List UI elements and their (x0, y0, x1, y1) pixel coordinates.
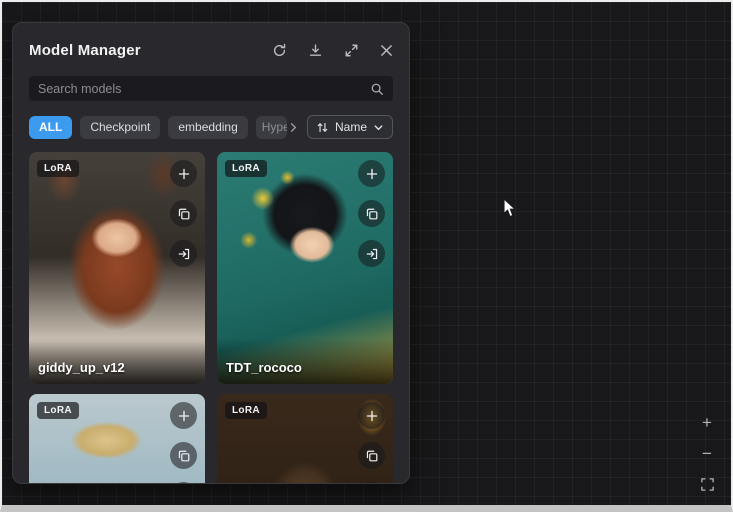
expand-button[interactable] (344, 43, 359, 58)
filter-checkpoint[interactable]: Checkpoint (80, 116, 160, 139)
filter-bar: ALL Checkpoint embedding Hype Name (29, 115, 393, 139)
expand-icon (344, 43, 359, 58)
refresh-icon (272, 43, 287, 58)
load-model-button[interactable] (358, 482, 385, 484)
add-model-button[interactable] (170, 402, 197, 429)
model-name: giddy_up_v12 (29, 338, 205, 384)
add-model-button[interactable] (170, 160, 197, 187)
refresh-button[interactable] (272, 43, 287, 58)
search-icon (370, 82, 384, 96)
model-manager-panel: Model Manager (12, 22, 410, 484)
sort-arrows-icon (316, 121, 329, 134)
zoom-in-button[interactable]: + (694, 409, 720, 435)
panel-toolbar (272, 43, 393, 58)
plus-icon (177, 409, 191, 423)
model-type-badge: LoRA (37, 402, 79, 419)
card-actions (170, 160, 197, 267)
copy-icon (177, 207, 191, 221)
filter-embedding[interactable]: embedding (168, 116, 247, 139)
add-model-button[interactable] (358, 402, 385, 429)
model-type-badge: LoRA (37, 160, 79, 177)
copy-icon (177, 449, 191, 463)
app-window: Model Manager (0, 0, 733, 512)
plus-icon (365, 409, 379, 423)
load-model-button[interactable] (170, 482, 197, 484)
copy-model-button[interactable] (170, 442, 197, 469)
sort-dropdown[interactable]: Name (307, 115, 393, 139)
model-card[interactable]: LoRA giddy_up_v12 (29, 152, 205, 384)
panel-title: Model Manager (29, 42, 141, 59)
model-type-badge: LoRA (225, 160, 267, 177)
chevron-down-icon (373, 122, 384, 133)
model-type-badge: LoRA (225, 402, 267, 419)
close-icon (380, 44, 393, 57)
import-icon (365, 247, 379, 261)
sort-label: Name (335, 120, 367, 134)
copy-icon (365, 207, 379, 221)
load-model-button[interactable] (170, 240, 197, 267)
card-actions (358, 402, 385, 484)
copy-model-button[interactable] (358, 442, 385, 469)
chevron-right-icon[interactable] (288, 122, 299, 133)
copy-model-button[interactable] (170, 200, 197, 227)
download-icon (308, 43, 323, 58)
search-input[interactable] (38, 82, 370, 96)
card-actions (358, 160, 385, 267)
download-button[interactable] (308, 43, 323, 58)
model-card[interactable]: LoRA (217, 394, 393, 484)
copy-model-button[interactable] (358, 200, 385, 227)
model-grid: LoRA giddy_up_v12 LoRA TDT_rococo Lo (29, 152, 393, 484)
copy-icon (365, 449, 379, 463)
filter-all[interactable]: ALL (29, 116, 72, 139)
canvas-zoom-controls: + − (694, 409, 720, 497)
zoom-out-button[interactable]: − (694, 440, 720, 466)
load-model-button[interactable] (358, 240, 385, 267)
search-bar[interactable] (29, 76, 393, 101)
model-card[interactable]: LoRA (29, 394, 205, 484)
fit-view-icon (700, 477, 715, 492)
card-actions (170, 402, 197, 484)
model-card[interactable]: LoRA TDT_rococo (217, 152, 393, 384)
import-icon (177, 247, 191, 261)
model-name: TDT_rococo (217, 338, 393, 384)
plus-icon (365, 167, 379, 181)
filter-hypernetwork[interactable]: Hype (256, 116, 287, 139)
close-button[interactable] (380, 44, 393, 57)
panel-header: Model Manager (29, 37, 393, 63)
plus-icon (177, 167, 191, 181)
fit-view-button[interactable] (694, 471, 720, 497)
add-model-button[interactable] (358, 160, 385, 187)
